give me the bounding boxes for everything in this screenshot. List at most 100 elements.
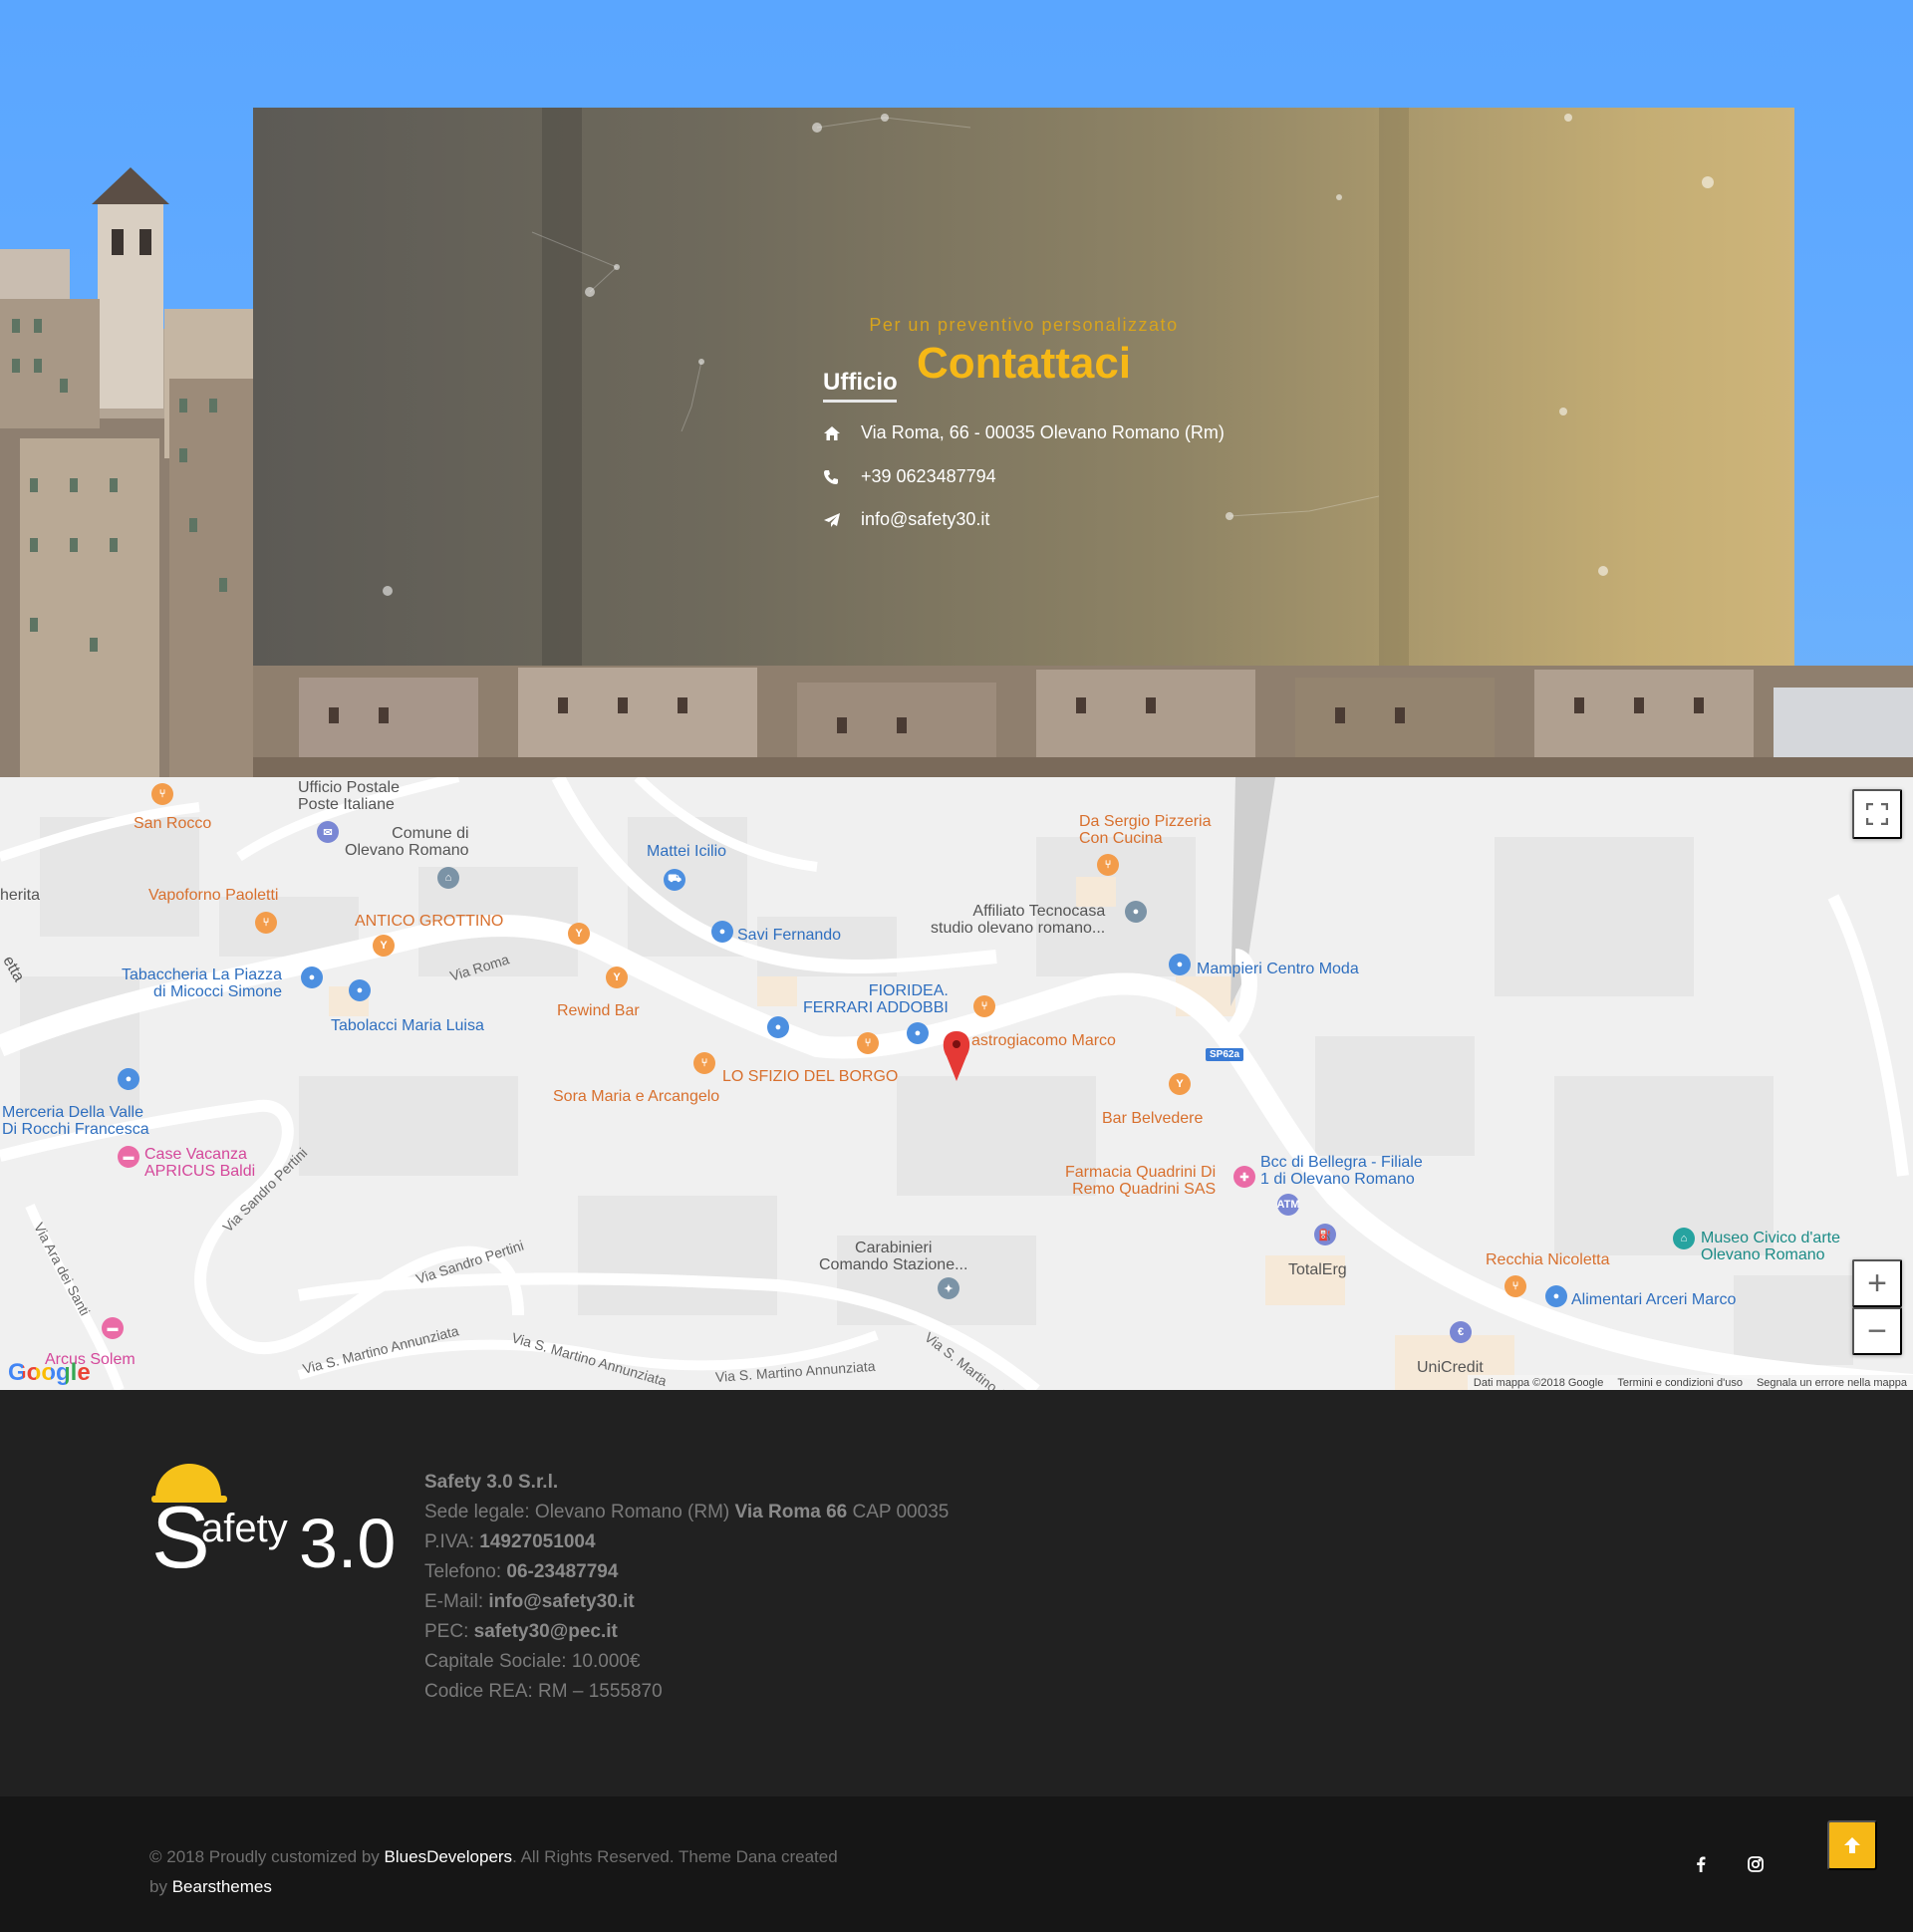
svg-text:3.0: 3.0	[299, 1505, 394, 1579]
museum-icon[interactable]: ⌂	[1673, 1228, 1695, 1249]
contact-title: Contattaci	[916, 339, 1132, 388]
map-label-san-rocco[interactable]: San Rocco	[134, 815, 211, 832]
map-label-tabolacci[interactable]: Tabolacci Maria Luisa	[331, 1017, 484, 1034]
office-phone[interactable]: +39 0623487794	[861, 466, 996, 487]
gas-station-icon[interactable]: ⛽	[1314, 1224, 1336, 1245]
facebook-icon	[1697, 1856, 1706, 1872]
google-logo[interactable]: Google	[8, 1359, 91, 1387]
map-label-unicredit[interactable]: UniCredit	[1417, 1359, 1484, 1376]
map-label-merita[interactable]: herita	[0, 887, 40, 904]
map-label-totalerg[interactable]: TotalErg	[1288, 1261, 1347, 1278]
restaurant-icon[interactable]: ⑂	[973, 995, 995, 1017]
shopping-bag-icon[interactable]: ●	[711, 921, 733, 943]
bar-icon[interactable]: Y	[1169, 1073, 1191, 1095]
police-icon[interactable]: ✦	[938, 1277, 959, 1299]
fullscreen-icon	[1866, 803, 1888, 825]
company-info: Safety 3.0 S.r.l. Sede legale: Olevano R…	[424, 1468, 949, 1707]
author-link[interactable]: BluesDevelopers	[385, 1847, 513, 1866]
map-label-sora-maria[interactable]: Sora Maria e Arcangelo	[553, 1088, 719, 1105]
map-label-alimentari[interactable]: Alimentari Arceri Marco	[1571, 1291, 1736, 1308]
restaurant-icon[interactable]: ⑂	[255, 912, 277, 934]
restaurant-icon[interactable]: ⑂	[1504, 1275, 1526, 1297]
map-label-ufficio-postale[interactable]: Ufficio Postale Poste Italiane	[298, 779, 400, 813]
restaurant-icon[interactable]: ⑂	[151, 783, 173, 805]
facebook-link[interactable]	[1696, 1856, 1706, 1877]
safety30-logo[interactable]: S afety 3.0	[149, 1460, 394, 1579]
theme-author-link[interactable]: Bearsthemes	[172, 1877, 272, 1896]
shopping-bag-icon[interactable]: ●	[1169, 954, 1191, 975]
hotel-icon[interactable]: ▬	[102, 1317, 124, 1339]
arrow-up-icon	[1844, 1837, 1860, 1853]
fullscreen-button[interactable]	[1852, 789, 1902, 839]
map-label-sfizio[interactable]: LO SFIZIO DEL BORGO	[722, 1068, 898, 1085]
zoom-out-button[interactable]: −	[1852, 1307, 1902, 1355]
map-attribution: Dati mappa ©2018 Google Termini e condiz…	[1467, 1375, 1913, 1390]
tel-value[interactable]: 06-23487794	[506, 1561, 618, 1582]
map-label-recchia[interactable]: Recchia Nicoletta	[1486, 1251, 1610, 1268]
map-label-mattei[interactable]: Mattei Icilio	[647, 843, 726, 860]
restaurant-icon[interactable]: ⑂	[693, 1052, 715, 1074]
office-title: Ufficio	[823, 369, 898, 396]
map-label-affiliato[interactable]: Affiliato Tecnocasa studio olevano roman…	[931, 903, 1105, 937]
shopping-cart-icon[interactable]: ⛟	[664, 869, 685, 891]
pharmacy-icon[interactable]: ✚	[1233, 1166, 1255, 1188]
contact-card: Per un preventivo personalizzato Contatt…	[253, 108, 1794, 666]
shopping-bag-icon[interactable]: ●	[767, 1016, 789, 1038]
map-embed[interactable]: ⑂ ✉ ⌂ ⛟ ⑂ ● ● ⑂ Y Y ● ● ● Y ⑂ ● ⑂ ● ⑂ ● …	[0, 777, 1913, 1390]
map-label-tabaccheria[interactable]: Tabaccheria La Piazza di Micocci Simone	[122, 966, 282, 1000]
atm-icon[interactable]: ATM	[1277, 1194, 1300, 1216]
map-label-museo[interactable]: Museo Civico d'arte Olevano Romano	[1701, 1230, 1840, 1263]
email-label: E-Mail:	[424, 1591, 484, 1612]
pec-label: PEC:	[424, 1621, 469, 1642]
bar-icon[interactable]: Y	[606, 966, 628, 988]
map-label-mastrogiacomo[interactable]: astrogiacomo Marco	[971, 1032, 1116, 1049]
map-label-farmacia[interactable]: Farmacia Quadrini Di Remo Quadrini SAS	[1065, 1164, 1216, 1198]
map-label-vapoforno[interactable]: Vapoforno Paoletti	[148, 887, 278, 904]
hero-section: Per un preventivo personalizzato Contatt…	[0, 0, 1913, 777]
email-value[interactable]: info@safety30.it	[488, 1591, 634, 1612]
map-label-savi[interactable]: Savi Fernando	[737, 927, 841, 944]
map-label-rewind-bar[interactable]: Rewind Bar	[557, 1002, 640, 1019]
shopping-bag-icon[interactable]: ●	[118, 1068, 139, 1090]
shopping-bag-icon[interactable]: ●	[1545, 1285, 1567, 1307]
map-label-comune[interactable]: Comune di Olevano Romano	[345, 825, 469, 859]
instagram-link[interactable]	[1748, 1856, 1764, 1877]
shopping-bag-icon[interactable]: ●	[301, 966, 323, 988]
town-hall-icon[interactable]: ⌂	[437, 867, 459, 889]
paper-plane-icon	[823, 512, 861, 528]
map-label-antico-grottino[interactable]: ANTICO GROTTINO	[355, 913, 503, 930]
restaurant-icon[interactable]: ⑂	[1097, 854, 1119, 876]
bar-icon[interactable]: Y	[568, 923, 590, 945]
shopping-bag-icon[interactable]: ●	[907, 1022, 929, 1044]
office-email[interactable]: info@safety30.it	[861, 509, 989, 530]
capital: Capitale Sociale: 10.000€	[424, 1651, 641, 1672]
svg-text:afety: afety	[201, 1507, 288, 1550]
map-label-case-vacanza[interactable]: Case Vacanza APRICUS Baldi	[144, 1146, 255, 1180]
footer: S afety 3.0 Safety 3.0 S.r.l. Sede legal…	[0, 1390, 1913, 1796]
shopping-bag-icon[interactable]: ●	[349, 979, 371, 1001]
real-estate-icon[interactable]: ●	[1125, 901, 1147, 923]
map-label-bar-belvedere[interactable]: Bar Belvedere	[1102, 1110, 1203, 1127]
phone-icon	[823, 469, 861, 485]
map-label-da-sergio[interactable]: Da Sergio Pizzeria Con Cucina	[1079, 813, 1212, 847]
map-label-merceria[interactable]: Merceria Della Valle Di Rocchi Francesca	[2, 1104, 149, 1138]
map-report-link[interactable]: Segnala un errore nella mappa	[1757, 1377, 1907, 1389]
map-label-carabinieri[interactable]: Carabinieri Comando Stazione...	[819, 1240, 967, 1273]
post-office-icon[interactable]: ✉	[317, 821, 339, 843]
map-label-fioridea[interactable]: FIORIDEA. FERRARI ADDOBBI	[803, 982, 949, 1016]
copyright-text-2: . All Rights Reserved. Theme Dana create…	[512, 1847, 838, 1866]
bar-icon[interactable]: Y	[373, 935, 395, 957]
zoom-in-button[interactable]: +	[1852, 1259, 1902, 1307]
map-terms-link[interactable]: Termini e condizioni d'uso	[1617, 1377, 1743, 1389]
hotel-icon[interactable]: ▬	[118, 1146, 139, 1168]
piva-value: 14927051004	[479, 1531, 596, 1552]
bank-icon[interactable]: €	[1450, 1321, 1472, 1343]
back-to-top-button[interactable]	[1827, 1820, 1877, 1870]
office-title-underline	[823, 400, 897, 403]
map-label-bcc[interactable]: Bcc di Bellegra - Filiale 1 di Olevano R…	[1260, 1154, 1423, 1188]
copyright-text-3: by	[149, 1877, 167, 1896]
piva-label: P.IVA:	[424, 1531, 474, 1552]
pec-value[interactable]: safety30@pec.it	[474, 1621, 618, 1642]
map-label-mampieri[interactable]: Mampieri Centro Moda	[1197, 961, 1359, 977]
restaurant-icon[interactable]: ⑂	[857, 1032, 879, 1054]
